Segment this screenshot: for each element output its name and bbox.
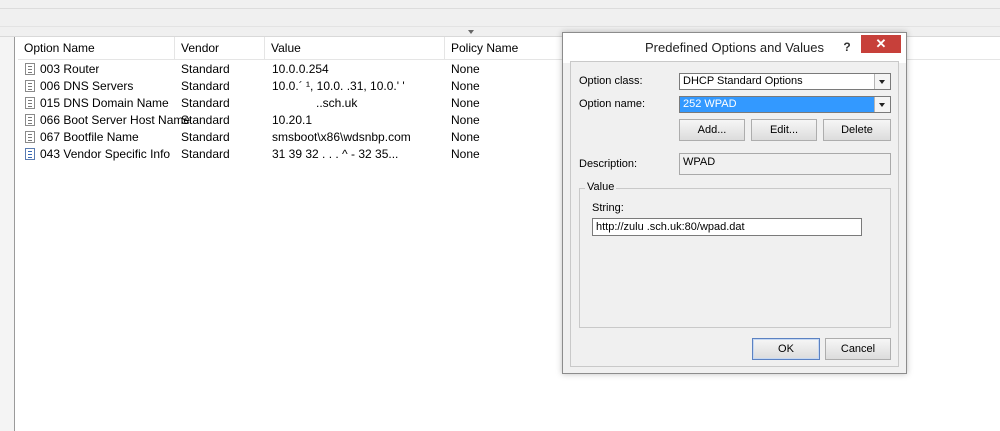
chevron-down-icon[interactable] [874,97,890,112]
option-name: 015 DNS Domain Name [40,96,169,110]
list-item[interactable]: 067 Bootfile Name Standard smsboot\x86\w… [18,129,578,146]
dialog-title: Predefined Options and Values [645,40,824,55]
string-input[interactable]: http://zulu .sch.uk:80/wpad.dat [592,218,862,236]
option-vendor: Standard [181,96,230,110]
list-item[interactable]: 043 Vendor Specific Info Standard 31 39 … [18,146,578,163]
option-value: 10.0.0.254 [272,62,329,76]
add-button[interactable]: Add... [679,119,745,141]
column-header-value[interactable]: Value [265,37,445,59]
option-policy: None [451,147,480,161]
delete-button[interactable]: Delete [823,119,891,141]
option-class-label: Option class: [579,75,643,87]
option-name: 006 DNS Servers [40,79,134,93]
list-item[interactable]: 066 Boot Server Host Name Standard 10.20… [18,112,578,129]
option-vendor: Standard [181,147,230,161]
option-vendor: Standard [181,130,230,144]
option-vendor: Standard [181,79,230,93]
cancel-button[interactable]: Cancel [825,338,891,360]
predefined-options-dialog: Predefined Options and Values ? ✕ Option… [562,32,907,374]
option-class-select[interactable]: DHCP Standard Options [679,73,891,90]
option-name-value: 252 WPAD [683,98,737,110]
option-policy: None [451,96,480,110]
toolbar-divider [0,26,1000,27]
option-value: 10.20.1 [272,113,313,127]
string-label: String: [592,202,624,214]
dialog-titlebar[interactable]: Predefined Options and Values ? ✕ [563,33,906,63]
option-vendor: Standard [181,62,230,76]
toolbar-divider [0,8,1000,9]
option-name: 067 Bootfile Name [40,130,139,144]
dialog-body: Option class: DHCP Standard Options Opti… [570,61,899,367]
column-resize-indicator [468,30,474,34]
option-policy: None [451,79,480,93]
list-item[interactable]: 015 DNS Domain Name Standard ..sch.uk No… [18,95,578,112]
option-icon [25,97,35,109]
ok-button[interactable]: OK [752,338,820,360]
option-icon [25,114,35,126]
column-header-policy-name[interactable]: Policy Name [445,37,575,59]
option-name: 066 Boot Server Host Name [40,113,191,127]
value-group: Value String: http://zulu .sch.uk:80/wpa… [579,181,891,328]
option-name-select[interactable]: 252 WPAD [679,96,891,113]
edit-button[interactable]: Edit... [751,119,817,141]
option-icon [25,131,35,143]
option-class-value: DHCP Standard Options [683,75,803,87]
description-label: Description: [579,158,638,170]
option-policy: None [451,130,480,144]
option-value: ..sch.uk [316,96,358,110]
option-policy: None [451,113,480,127]
option-icon [25,63,35,75]
option-icon [25,80,35,92]
option-name: 003 Router [40,62,100,76]
option-value: 31 39 32 . . . ^ - 32 35... [272,147,399,161]
option-vendor: Standard [181,113,230,127]
chevron-down-icon[interactable] [874,74,890,89]
option-name-label: Option name: [579,98,646,110]
description-field: WPAD [679,153,891,175]
help-icon[interactable]: ? [840,39,854,55]
option-policy: None [451,62,480,76]
option-vendor-icon [25,148,35,160]
option-name: 043 Vendor Specific Info [40,147,171,161]
tree-pane-edge[interactable] [0,37,15,431]
column-header-option-name[interactable]: Option Name [18,37,175,59]
list-item[interactable]: 006 DNS Servers Standard 10.0.´ ¹, 10.0.… [18,78,578,95]
close-icon[interactable]: ✕ [861,35,901,53]
option-value: smsboot\x86\wdsnbp.com [272,130,411,144]
list-item[interactable]: 003 Router Standard 10.0.0.254 None [18,61,578,78]
option-value: 10.0.´ ¹, 10.0. .31, 10.0.' ' [272,79,405,93]
column-header-vendor[interactable]: Vendor [175,37,265,59]
value-group-label: Value [585,181,617,193]
